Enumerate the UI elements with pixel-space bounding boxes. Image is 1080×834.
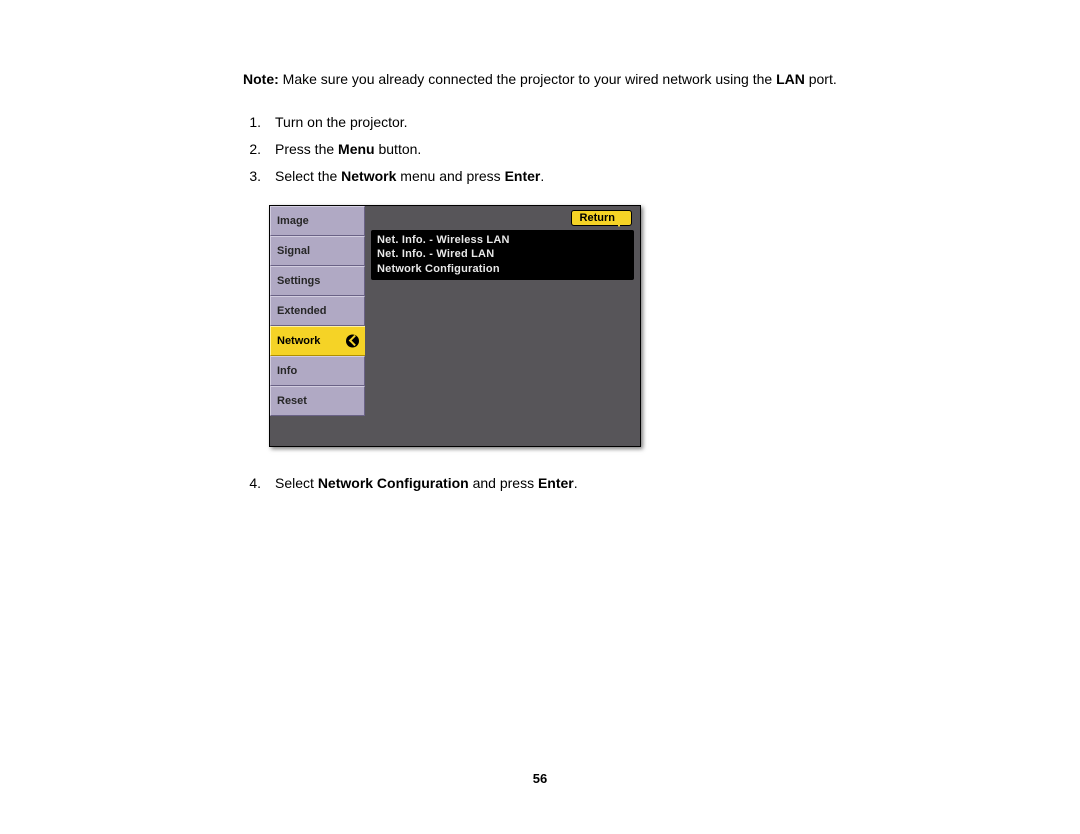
sidebar-item-signal[interactable]: Signal	[270, 236, 365, 266]
menu-panel: Return Net. Info. - Wireless LANNet. Inf…	[365, 206, 640, 446]
step-item: 3. Select the Network menu and press Ente…	[243, 166, 880, 187]
note-label: Note:	[243, 71, 279, 87]
step-item: 4. Select Network Configuration and press…	[243, 473, 880, 494]
return-label: Return	[580, 212, 615, 224]
note-paragraph: Note: Make sure you already connected th…	[243, 70, 880, 90]
projector-menu-screenshot: ImageSignalSettingsExtendedNetworkInfoRe…	[269, 205, 641, 447]
step-number: 2.	[243, 139, 261, 160]
step-item: 2. Press the Menu button.	[243, 139, 880, 160]
steps-list-b: 4. Select Network Configuration and press…	[243, 473, 880, 494]
sidebar-item-extended[interactable]: Extended	[270, 296, 365, 326]
panel-item[interactable]: Network Configuration	[377, 262, 628, 277]
note-text-1: Make sure you already connected the proj…	[279, 71, 776, 87]
enter-icon	[618, 212, 629, 223]
note-bold-1: LAN	[776, 71, 805, 87]
sidebar-item-reset[interactable]: Reset	[270, 386, 365, 416]
sidebar-item-settings[interactable]: Settings	[270, 266, 365, 296]
step-text: Press the Menu button.	[275, 139, 421, 160]
menu-sidebar: ImageSignalSettingsExtendedNetworkInfoRe…	[270, 206, 365, 446]
sidebar-item-info[interactable]: Info	[270, 356, 365, 386]
step-text: Turn on the projector.	[275, 112, 408, 133]
step-number: 4.	[243, 473, 261, 494]
page-number: 56	[0, 771, 1080, 786]
step-text: Select the Network menu and press Enter.	[275, 166, 544, 187]
sidebar-item-network[interactable]: Network	[270, 326, 365, 356]
panel-item[interactable]: Net. Info. - Wired LAN	[377, 247, 628, 262]
enter-icon	[346, 334, 359, 347]
step-number: 1.	[243, 112, 261, 133]
steps-list-a: 1. Turn on the projector. 2. Press the Menu…	[243, 112, 880, 187]
step-text: Select Network Configuration and press E…	[275, 473, 578, 494]
panel-item[interactable]: Net. Info. - Wireless LAN	[377, 233, 628, 248]
sidebar-item-image[interactable]: Image	[270, 206, 365, 236]
return-button[interactable]: Return	[571, 210, 632, 226]
step-number: 3.	[243, 166, 261, 187]
note-text-2: port.	[805, 71, 837, 87]
panel-list: Net. Info. - Wireless LANNet. Info. - Wi…	[371, 230, 634, 281]
step-item: 1. Turn on the projector.	[243, 112, 880, 133]
